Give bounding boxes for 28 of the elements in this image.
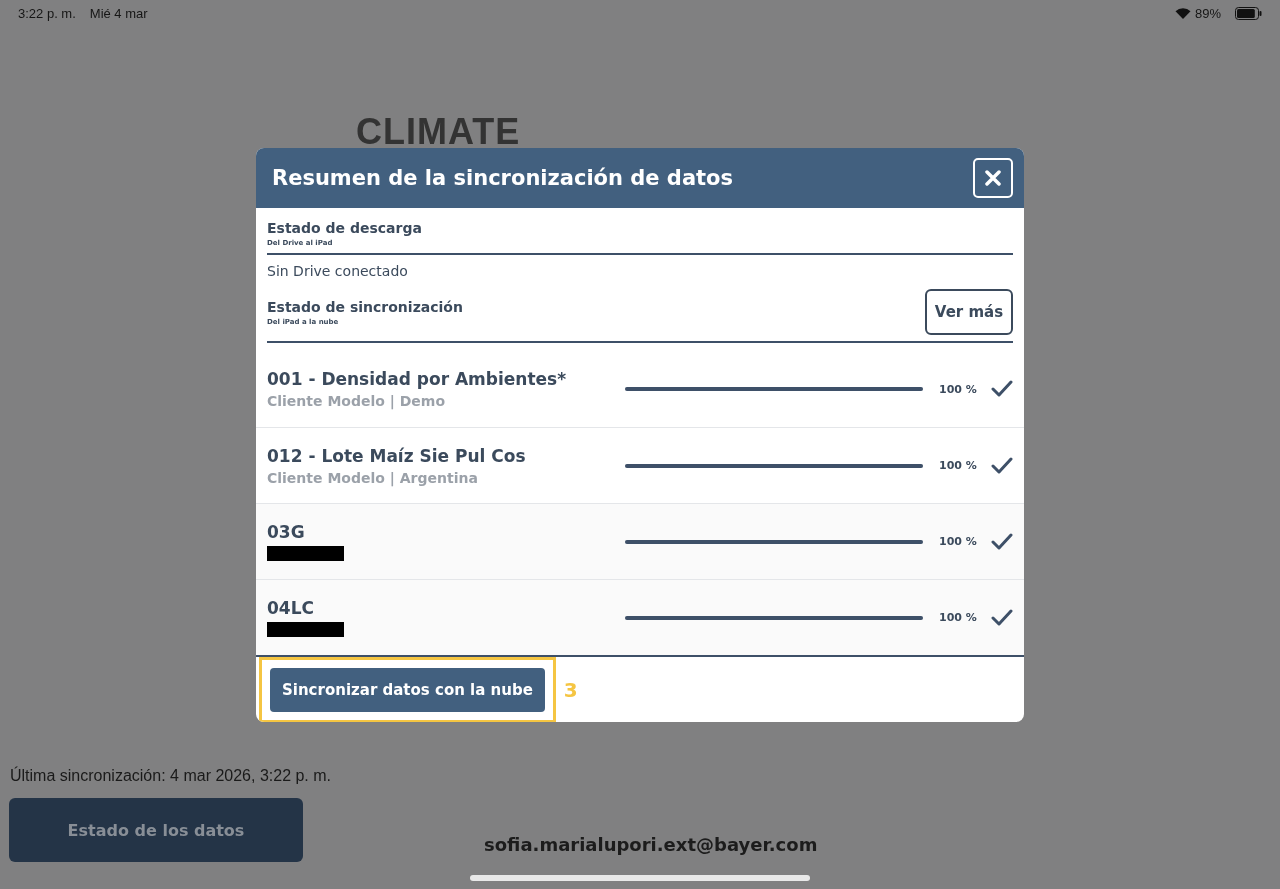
status-time: 3:22 p. m.: [18, 5, 76, 21]
wifi-icon: [1174, 7, 1191, 19]
item-name: 03G: [267, 522, 306, 542]
progress-reading: 100 %: [939, 535, 978, 548]
item-name: 04LC: [267, 598, 315, 618]
sync-button[interactable]: Sincronizar datos con la nube: [270, 667, 545, 712]
section-title: Estado de descarga: [267, 220, 422, 236]
section-title: Estado de sincronización: [267, 298, 463, 315]
battery-icon: [1235, 6, 1262, 20]
account-email: sofia.marialupori.ext@bayer.com: [484, 833, 818, 855]
status-date: Mié 4 mar: [89, 5, 148, 21]
step-number: 3: [563, 677, 578, 702]
data-status-button[interactable]: Estado de los datos: [9, 798, 303, 862]
item-name: 001 - Densidad por Ambientes*: [267, 369, 568, 389]
item-detail: Cliente Modelo | Demo: [267, 393, 447, 409]
last-sync-text: Última sincronización: 4 mar 2026, 3:22 p. m.: [10, 767, 333, 785]
progress-reading: 100 %: [939, 611, 978, 624]
progress-reading: 100 %: [939, 459, 978, 472]
close-button[interactable]: [973, 158, 1013, 198]
battery-percent: 89%: [1194, 5, 1221, 21]
dialog-title: Resumen de la sincronización de datos: [272, 166, 734, 190]
see-more-button[interactable]: Ver más: [925, 289, 1013, 335]
progress-reading: 100 %: [939, 382, 978, 396]
logo-text: CLIMATE: [356, 112, 522, 152]
status-message: Sin Drive conectado: [267, 263, 409, 279]
item-name: 012 - Lote Maíz Sie Pul Cos: [267, 445, 527, 466]
close-icon: [985, 170, 1001, 186]
item-detail: Cliente Modelo | Argentina: [267, 469, 479, 486]
